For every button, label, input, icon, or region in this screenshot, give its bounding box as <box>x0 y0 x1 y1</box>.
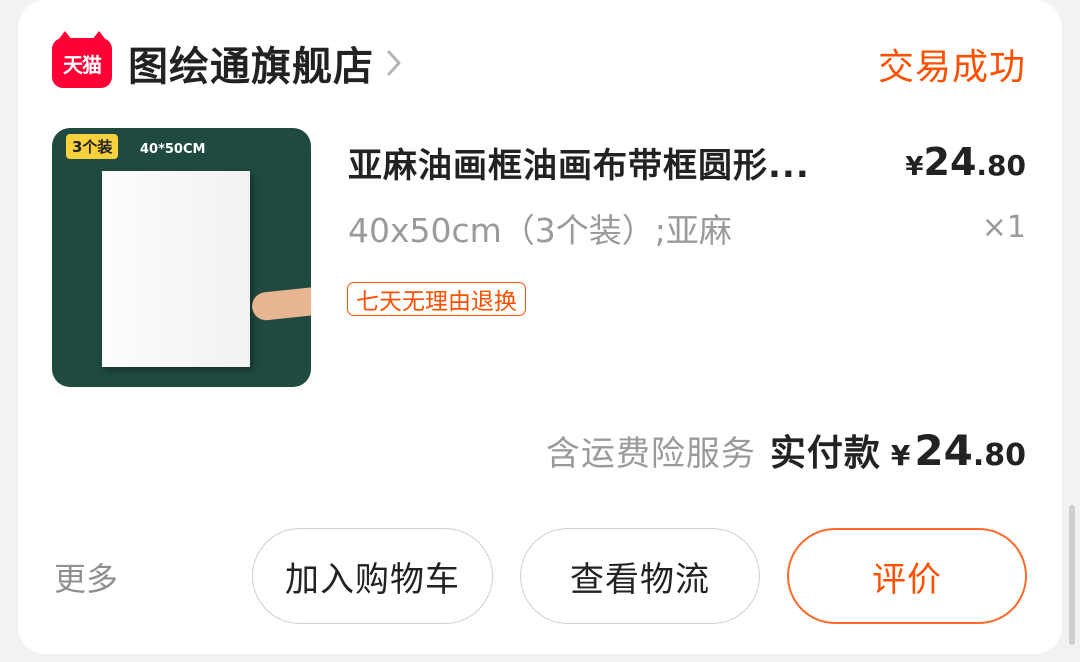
order-card: 天猫 图绘通旗舰店 交易成功 3个装 40*50CM 亚麻油画框油画布带框圆形.… <box>18 0 1062 654</box>
product-title[interactable]: 亚麻油画框油画布带框圆形... <box>348 138 888 187</box>
canvas-board-image <box>102 171 250 367</box>
tmall-logo-ear-left <box>58 31 72 40</box>
product-quantity: ×1 <box>981 210 1026 245</box>
more-button[interactable]: 更多 <box>54 554 118 600</box>
total-integer: 24 <box>914 426 973 475</box>
paid-amount-label: 实付款 <box>769 433 881 474</box>
total-decimal: .80 <box>972 438 1026 473</box>
thumb-size-label: 40*50CM <box>140 142 206 157</box>
add-to-cart-button[interactable]: 加入购物车 <box>252 528 493 624</box>
product-thumbnail[interactable]: 3个装 40*50CM <box>52 128 311 387</box>
store-header[interactable]: 天猫 图绘通旗舰店 <box>52 31 408 92</box>
price-decimal: .80 <box>976 149 1026 182</box>
chevron-right-icon[interactable] <box>386 46 408 80</box>
hand-image <box>250 286 311 322</box>
price-integer: 24 <box>923 140 977 184</box>
review-button[interactable]: 评价 <box>787 528 1027 624</box>
view-logistics-button[interactable]: 查看物流 <box>520 528 760 624</box>
return-policy-tag: 七天无理由退换 <box>347 282 526 316</box>
product-price: ¥24.80 <box>905 140 1026 184</box>
shipping-insurance-note: 含运费险服务 <box>545 434 756 474</box>
tmall-logo: 天猫 <box>52 31 112 88</box>
scrollbar[interactable] <box>1069 505 1075 645</box>
price-symbol: ¥ <box>905 152 924 182</box>
tmall-logo-ear-right <box>92 31 106 40</box>
payment-total: 含运费险服务 实付款 ¥24.80 <box>546 424 1026 476</box>
tmall-logo-text: 天猫 <box>63 52 102 77</box>
store-name[interactable]: 图绘通旗舰店 <box>128 34 374 92</box>
thumb-pack-badge: 3个装 <box>66 134 119 159</box>
total-symbol: ¥ <box>890 439 911 472</box>
product-sku: 40x50cm（3个装）;亚麻 <box>348 211 732 250</box>
order-status: 交易成功 <box>877 47 1026 88</box>
